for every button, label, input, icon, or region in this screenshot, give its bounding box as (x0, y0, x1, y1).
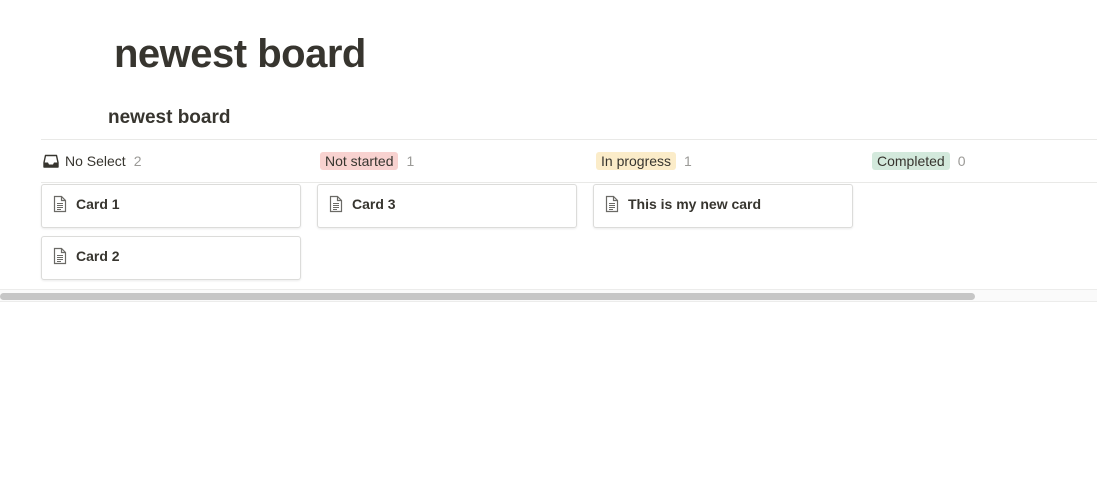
board: No Select 2 Card 1 Card 2 Not started 1 … (41, 140, 1097, 288)
page-icon (53, 195, 67, 213)
group-count: 1 (406, 153, 415, 169)
inbox-icon (43, 154, 59, 168)
group-header-no-select[interactable]: No Select 2 (41, 140, 303, 182)
group-count: 0 (957, 153, 966, 169)
group-count: 2 (133, 153, 142, 169)
group-label: No Select (65, 153, 126, 169)
card-title: Card 1 (76, 196, 120, 212)
card-title: Card 3 (352, 196, 396, 212)
card-title: Card 2 (76, 248, 120, 264)
board-column-completed: Completed 0 (869, 140, 1097, 288)
board-card[interactable]: Card 1 (41, 184, 301, 228)
status-badge: In progress (596, 152, 677, 170)
group-count: 1 (684, 153, 692, 169)
card-list: Card 1 Card 2 (41, 182, 303, 280)
group-header-in-progress[interactable]: In progress 1 (593, 140, 855, 182)
board-card[interactable]: Card 2 (41, 236, 301, 280)
card-list: This is my new card (593, 182, 855, 228)
page-icon (605, 195, 619, 213)
page-title[interactable]: newest board (114, 30, 366, 78)
status-badge: Not started (320, 152, 399, 170)
page-icon (329, 195, 343, 213)
card-title: This is my new card (628, 196, 762, 212)
board-card[interactable]: Card 3 (317, 184, 577, 228)
card-list (869, 182, 1097, 184)
board-column-in-progress: In progress 1 This is my new card (593, 140, 855, 288)
horizontal-scrollbar[interactable] (0, 289, 1097, 302)
page-icon (53, 247, 67, 265)
scrollbar-thumb[interactable] (0, 293, 975, 300)
status-badge: Completed (872, 152, 950, 170)
board-column-not-started: Not started 1 Card 3 (317, 140, 579, 288)
group-header-completed[interactable]: Completed 0 (869, 140, 1097, 182)
card-list: Card 3 (317, 182, 579, 228)
board-view-title[interactable]: newest board (108, 106, 230, 130)
group-header-not-started[interactable]: Not started 1 (317, 140, 579, 182)
board-card[interactable]: This is my new card (593, 184, 853, 228)
board-column-no-select: No Select 2 Card 1 Card 2 (41, 140, 303, 288)
